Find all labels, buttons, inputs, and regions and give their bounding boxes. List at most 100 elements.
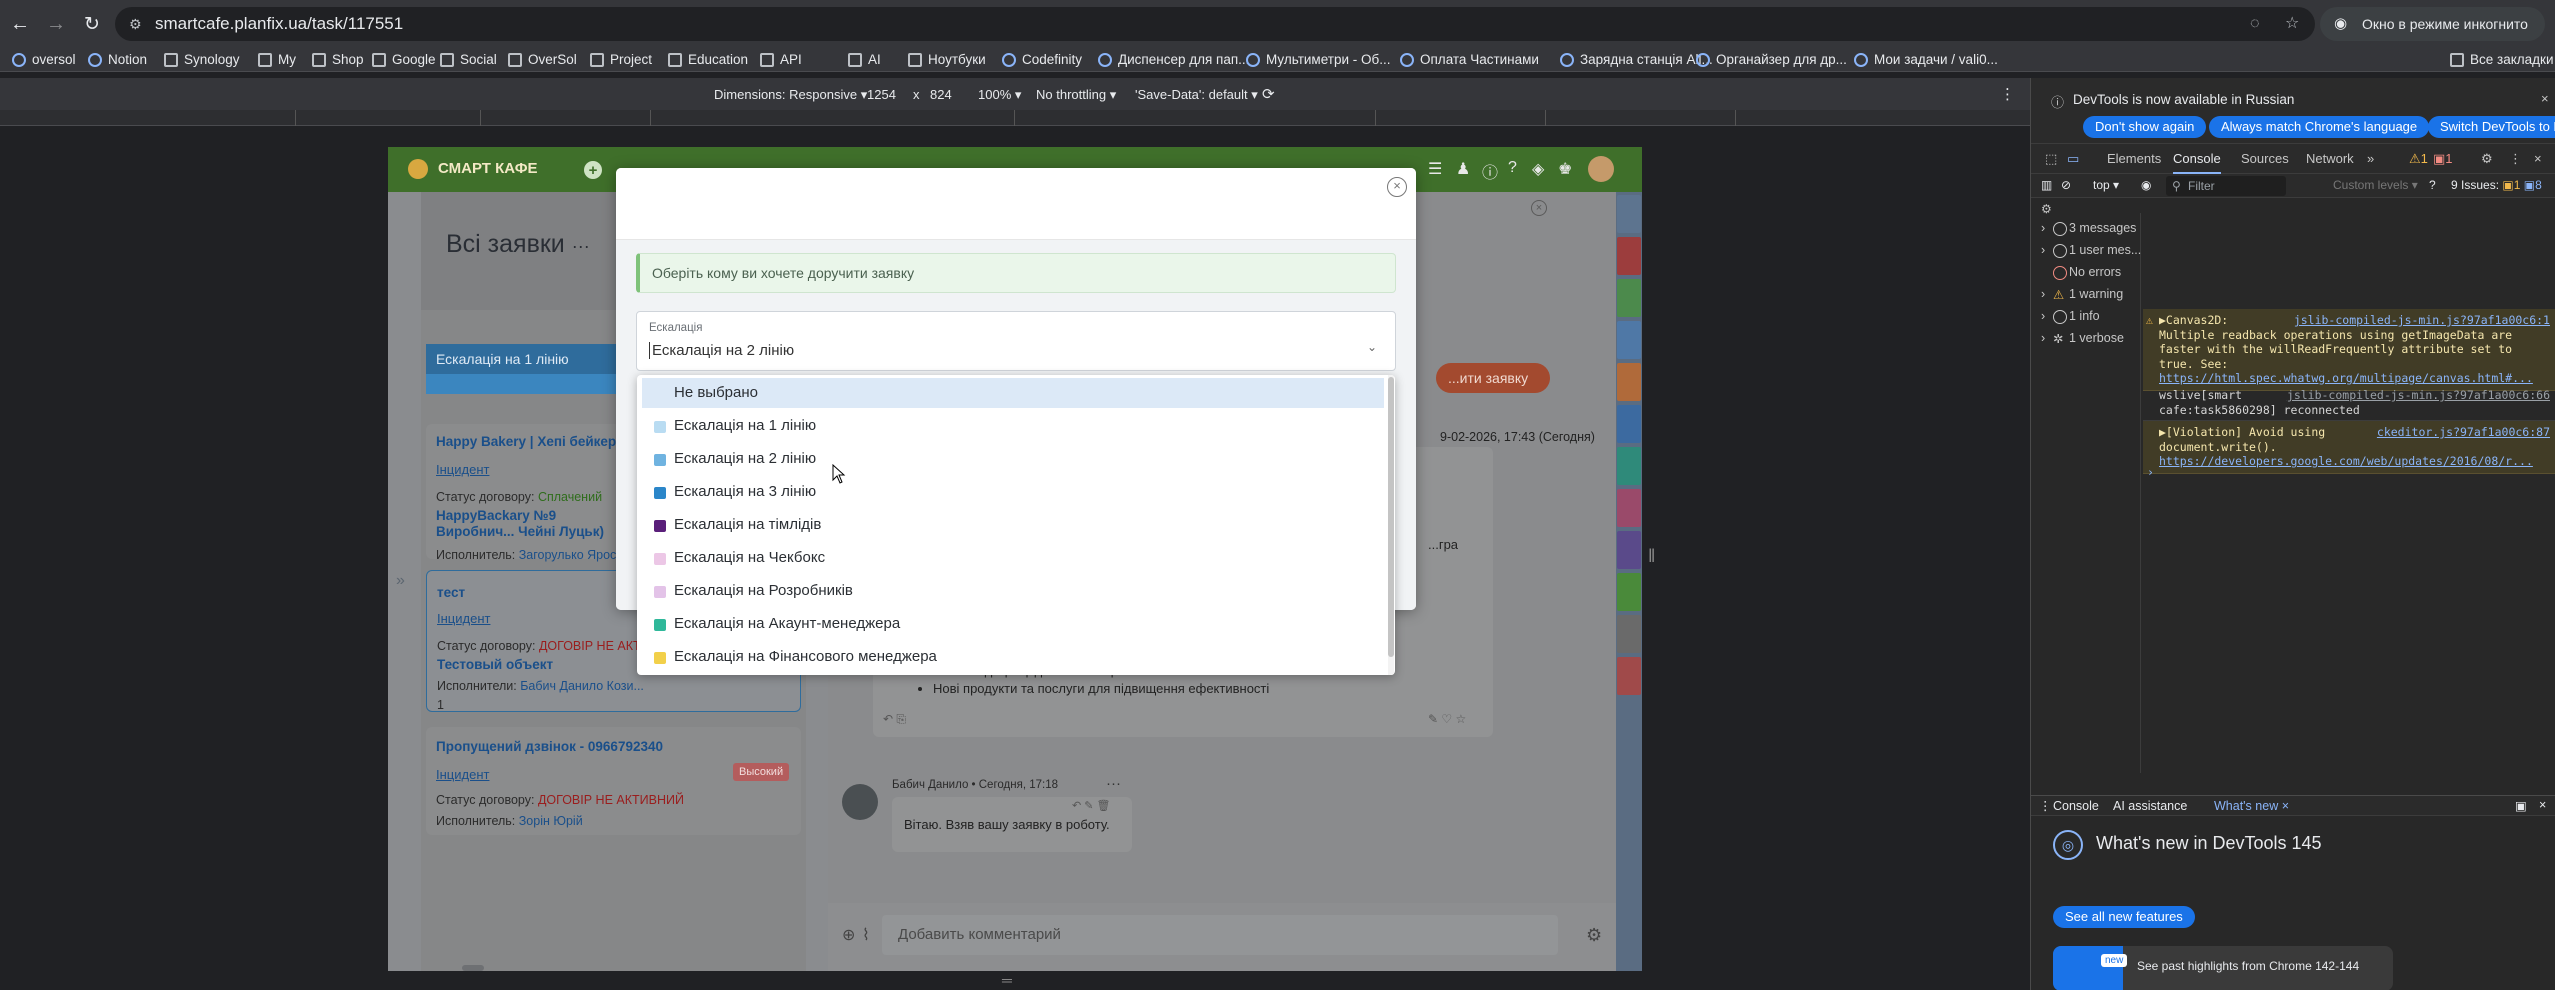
task-card[interactable]: Пропущений дзвінок - 0966792340 Інцидент…	[426, 727, 801, 835]
resize-handle-bottom[interactable]: ═	[1002, 972, 1012, 988]
bookmark-6[interactable]: Google	[372, 48, 436, 72]
console-violation-entry[interactable]: ckeditor.js?97af1a00c6:87 ▶[Violation] A…	[2143, 421, 2555, 474]
back-icon[interactable]: ←	[8, 12, 32, 36]
dropdown-option[interactable]: Ескалація на Розробників	[642, 576, 1384, 606]
bookmark-8[interactable]: OverSol	[508, 48, 577, 72]
task-action-button[interactable]: ...ити заявку	[1436, 363, 1550, 393]
task-object[interactable]: Тестовый объект	[437, 657, 553, 672]
device-toggle-icon[interactable]: ▭	[2067, 144, 2079, 174]
sidebar-key-icon[interactable]	[1617, 447, 1641, 485]
drawer-tab-console[interactable]: Console	[2053, 799, 2099, 813]
bookmark-10[interactable]: Education	[668, 48, 748, 72]
context-select[interactable]: top ▾	[2093, 178, 2119, 192]
sidebar-warnings[interactable]: › ⚠ 1 warning	[2041, 287, 2123, 302]
task-type[interactable]: Інцидент	[436, 462, 489, 477]
dimensions-select[interactable]: Dimensions: Responsive ▾	[714, 87, 867, 103]
sidebar-contacts-icon[interactable]	[1617, 489, 1641, 527]
height-input[interactable]: 824	[930, 87, 952, 102]
more-options-icon[interactable]: ⋮	[2000, 85, 2015, 103]
settings-icon[interactable]: ⚙	[2481, 144, 2493, 174]
sidebar-messages[interactable]: › 3 messages	[2041, 221, 2136, 236]
close-panel-icon[interactable]: ×	[1531, 200, 1547, 216]
console-prompt-icon[interactable]: ›	[2147, 465, 2154, 479]
dropdown-option[interactable]: Ескалація на тімлідів	[642, 510, 1384, 540]
incognito-button[interactable]: ◉ Окно в режиме инкогнито	[2320, 7, 2545, 41]
close-icon[interactable]: ×	[1387, 177, 1407, 197]
dropdown-option[interactable]: Ескалація на 1 лінію	[642, 411, 1384, 441]
sidebar-link-icon[interactable]	[1617, 195, 1641, 233]
see-all-features-button[interactable]: See all new features	[2053, 906, 2195, 928]
comment-input[interactable]: Добавить комментарий	[882, 915, 1558, 955]
issues-link[interactable]: 9 Issues: ▣1 ▣8	[2451, 178, 2542, 192]
log-url-link[interactable]: https://html.spec.whatwg.org/multipage/c…	[2159, 371, 2533, 385]
bookmark-1[interactable]: oversol	[12, 48, 76, 72]
more-options-icon[interactable]: ⋮	[2509, 144, 2522, 174]
resize-handle-right[interactable]: ‖	[1648, 546, 1655, 567]
task-title[interactable]: Happy Bakery | Хепі бейкері	[436, 434, 620, 449]
task-type[interactable]: Інцидент	[437, 611, 490, 626]
layers-icon[interactable]: ◈	[1532, 159, 1544, 179]
help-icon[interactable]: ?	[1508, 159, 1517, 177]
menu-icon[interactable]: ☰	[1428, 159, 1442, 179]
sidebar-bell-icon[interactable]	[1617, 363, 1641, 401]
bookmark-11[interactable]: API	[760, 48, 802, 72]
reply-actions-icon[interactable]: ↶ ✎ 🗑	[1072, 799, 1111, 812]
bookmark-17[interactable]: Оплата Частинами	[1400, 48, 1539, 72]
pin-icon[interactable]: ♟	[1456, 159, 1470, 179]
eye-icon[interactable]: ◉	[2141, 178, 2151, 192]
bookmark-16[interactable]: Мультиметри - Об...	[1246, 48, 1391, 72]
sidebar-info[interactable]: › 1 info	[2041, 309, 2100, 324]
bookmark-18[interactable]: Зарядна станція All...	[1560, 48, 1713, 72]
close-drawer-icon[interactable]: ×	[2539, 798, 2546, 812]
dock-icon[interactable]: ▣	[2515, 798, 2527, 813]
bookmark-9[interactable]: Project	[590, 48, 652, 72]
tab-sources[interactable]: Sources	[2241, 144, 2289, 174]
escalation-value[interactable]: Ескалація на 2 лінію	[649, 342, 794, 359]
reply-icon[interactable]: ↶ ⎘	[883, 712, 906, 727]
tab-console[interactable]: Console	[2173, 144, 2221, 174]
filter-input[interactable]: ⚲ Filter	[2166, 176, 2286, 196]
help-icon[interactable]: ?	[2429, 178, 2436, 192]
add-attachment-icon[interactable]: ⊕	[842, 925, 855, 945]
add-icon[interactable]: +	[584, 161, 602, 179]
rotate-icon[interactable]: ⟳	[1262, 85, 1275, 103]
dropdown-option[interactable]: Ескалація на Фінансового менеджера	[642, 642, 1384, 672]
expand-panel-icon[interactable]: »	[396, 572, 405, 590]
log-source-link[interactable]: jslib-compiled-js-min.js?97af1a00c6:1	[2294, 313, 2550, 328]
levels-select[interactable]: Custom levels ▾	[2333, 178, 2418, 192]
task-title[interactable]: тест	[437, 585, 465, 600]
bookmark-20[interactable]: Мои задачи / vali0...	[1854, 48, 1998, 72]
console-info-entry[interactable]: jslib-compiled-js-min.js?97af1a00c6:66 w…	[2143, 385, 2555, 421]
sidebar-projects-icon[interactable]	[1617, 279, 1641, 317]
tab-network[interactable]: Network	[2306, 144, 2354, 174]
site-info-icon[interactable]: ⚙	[129, 7, 142, 41]
dropdown-option[interactable]: Ескалація на 2 лінію	[642, 444, 1384, 474]
task-title[interactable]: Пропущений дзвінок - 0966792340	[436, 739, 663, 754]
sidebar-minus-icon[interactable]	[1617, 615, 1641, 653]
log-url-link[interactable]: https://developers.google.com/web/update…	[2159, 454, 2533, 468]
bookmark-14[interactable]: Codefinity	[1002, 48, 1082, 72]
star-icon[interactable]: ☆	[2285, 7, 2299, 41]
drawer-tab-whats-new[interactable]: What's new ×	[2214, 799, 2289, 813]
error-counter[interactable]: ▣1	[2433, 144, 2453, 174]
bookmark-15[interactable]: Диспенсер для пап...	[1098, 48, 1249, 72]
scroll-thumb[interactable]	[462, 965, 484, 971]
console-warning-entry[interactable]: ⚠ ▶Canvas2D: jslib-compiled-js-min.js?97…	[2143, 309, 2555, 391]
sidebar-clock-icon[interactable]	[1617, 657, 1641, 695]
save-data-select[interactable]: 'Save-Data': default ▾	[1135, 87, 1258, 103]
sidebar-user-messages[interactable]: › 1 user mes...	[2041, 243, 2141, 258]
zoom-select[interactable]: 100% ▾	[978, 87, 1021, 103]
task-object[interactable]: HappyBackary №9 Виробнич... Чейні Луцьк)	[436, 508, 616, 540]
bookmark-12[interactable]: AI	[848, 48, 881, 72]
escalation-select[interactable]: Ескалація Ескалація на 2 лінію ⌄	[636, 311, 1396, 371]
close-devtools-icon[interactable]: ×	[2534, 144, 2542, 174]
log-source-link[interactable]: jslib-compiled-js-min.js?97af1a00c6:66	[2287, 388, 2550, 403]
sidebar-toggle-icon[interactable]: ▥	[2041, 178, 2052, 192]
sidebar-errors[interactable]: No errors	[2043, 265, 2121, 280]
dropdown-option[interactable]: Не выбрано	[642, 378, 1384, 408]
users-icon[interactable]: ♚	[1558, 159, 1572, 179]
bookmark-5[interactable]: Shop	[312, 48, 364, 72]
dropdown-scroll-thumb[interactable]	[1388, 377, 1394, 657]
reload-icon[interactable]: ↻	[80, 12, 104, 36]
close-icon[interactable]: ×	[2541, 91, 2549, 106]
